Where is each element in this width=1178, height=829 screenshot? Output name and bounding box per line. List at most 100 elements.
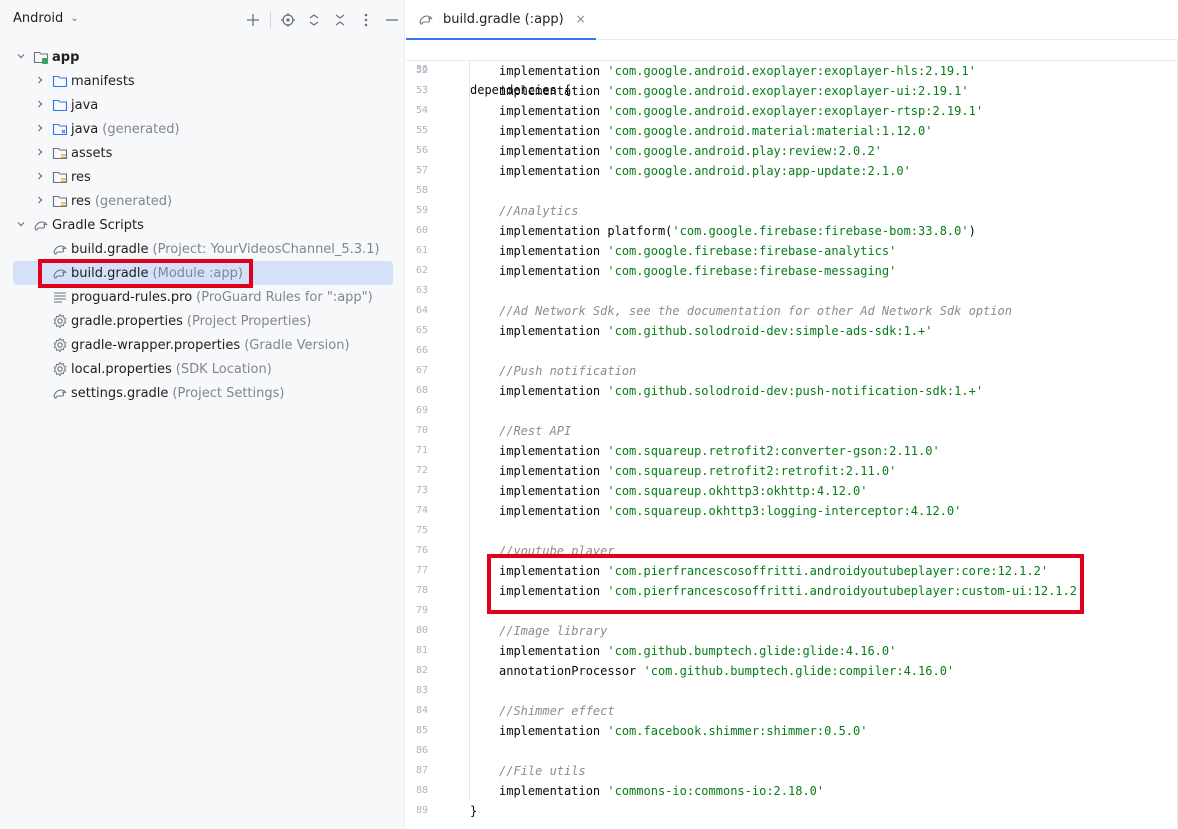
- tree-item[interactable]: java (generated): [0, 117, 405, 141]
- code-line[interactable]: 69: [406, 401, 1178, 421]
- code-line[interactable]: 71 implementation 'com.squareup.retrofit2…: [406, 441, 1178, 461]
- code-line[interactable]: 64 //Ad Network Sdk, see the documentatio…: [406, 301, 1178, 321]
- code-line[interactable]: 52 implementation 'com.google.android.exo…: [406, 61, 1178, 81]
- code-text: implementation 'com.google.android.exopl…: [499, 101, 983, 121]
- code-line[interactable]: 84 //Shimmer effect: [406, 701, 1178, 721]
- chevron-right-icon[interactable]: [33, 171, 47, 184]
- project-tree: app manifests java java (generated) assets res…: [0, 45, 405, 405]
- code-string: 'com.google.android.exoplayer:exoplayer-…: [607, 64, 976, 78]
- chevron-right-icon[interactable]: [33, 147, 47, 160]
- tree-item-label: build.gradle: [71, 241, 149, 257]
- code-line[interactable]: 65 implementation 'com.github.solodroid-d…: [406, 321, 1178, 341]
- code-line[interactable]: 60 implementation platform('com.google.fi…: [406, 221, 1178, 241]
- code-line[interactable]: 83: [406, 681, 1178, 701]
- code-line[interactable]: 61 implementation 'com.google.firebase:fi…: [406, 241, 1178, 261]
- more-icon[interactable]: [353, 9, 379, 31]
- code-line[interactable]: 57 implementation 'com.google.android.pla…: [406, 161, 1178, 181]
- gradle-icon: [418, 11, 434, 27]
- chevron-right-icon[interactable]: [33, 99, 47, 112]
- code-line[interactable]: 73 implementation 'com.squareup.okhttp3:o…: [406, 481, 1178, 501]
- code-string: 'com.google.android.exoplayer:exoplayer-…: [607, 104, 984, 118]
- code-line[interactable]: 89}: [406, 801, 1178, 821]
- code-line[interactable]: 55 implementation 'com.google.android.mat…: [406, 121, 1178, 141]
- code-line[interactable]: 70 //Rest API: [406, 421, 1178, 441]
- tree-item[interactable]: build.gradle (Module :app): [13, 261, 393, 285]
- tree-item[interactable]: settings.gradle (Project Settings): [0, 381, 405, 405]
- code-line[interactable]: 67 //Push notification: [406, 361, 1178, 381]
- line-number: 79: [415, 605, 428, 616]
- chevron-down-icon[interactable]: [14, 51, 28, 64]
- code-keyword: implementation: [499, 264, 608, 278]
- tab-label: build.gradle (:app): [443, 11, 564, 27]
- tree-item[interactable]: build.gradle (Project: YourVideosChannel_…: [0, 237, 405, 261]
- code-string: 'com.github.bumptech.glide:glide:4.16.0': [607, 644, 897, 658]
- collapse-all-icon[interactable]: [327, 9, 353, 31]
- tree-item[interactable]: local.properties (SDK Location): [0, 357, 405, 381]
- line-number: 84: [415, 705, 428, 716]
- code-area[interactable]: 52 implementation 'com.google.android.exo…: [406, 61, 1178, 821]
- line-number: 76: [415, 545, 428, 556]
- code-line[interactable]: 56 implementation 'com.google.android.pla…: [406, 141, 1178, 161]
- tree-item[interactable]: assets: [0, 141, 405, 165]
- code-line[interactable]: 77 implementation 'com.pierfrancescosoffr…: [406, 561, 1178, 581]
- chevron-right-icon[interactable]: [33, 75, 47, 88]
- tree-item[interactable]: Gradle Scripts: [0, 213, 405, 237]
- code-line[interactable]: 54 implementation 'com.google.android.exo…: [406, 101, 1178, 121]
- code-text: //Rest API: [499, 421, 571, 441]
- view-selector-dropdown[interactable]: Android ⌄: [13, 11, 79, 26]
- code-line[interactable]: 58: [406, 181, 1178, 201]
- code-comment: //Analytics: [499, 204, 579, 218]
- code-line[interactable]: 53 implementation 'com.google.android.exo…: [406, 81, 1178, 101]
- expand-all-icon[interactable]: [301, 9, 327, 31]
- code-line[interactable]: 80 //Image library: [406, 621, 1178, 641]
- code-string: 'com.github.solodroid-dev:simple-ads-sdk…: [607, 324, 933, 338]
- code-line[interactable]: 82 annotationProcessor 'com.github.bumpte…: [406, 661, 1178, 681]
- code-text: annotationProcessor 'com.github.bumptech…: [499, 661, 954, 681]
- tree-item[interactable]: java: [0, 93, 405, 117]
- plus-icon[interactable]: [240, 9, 266, 31]
- code-line[interactable]: 59 //Analytics: [406, 201, 1178, 221]
- code-text: implementation 'com.google.firebase:fire…: [499, 261, 896, 281]
- code-line[interactable]: 79: [406, 601, 1178, 621]
- tree-item[interactable]: res: [0, 165, 405, 189]
- code-line[interactable]: 75: [406, 521, 1178, 541]
- tree-item[interactable]: app: [0, 45, 405, 69]
- code-line[interactable]: 63: [406, 281, 1178, 301]
- minimize-icon[interactable]: [379, 9, 405, 31]
- line-number: 69: [415, 405, 428, 416]
- editor-tab-build-gradle-app[interactable]: build.gradle (:app) ×: [406, 0, 596, 40]
- sticky-scope-line: 36 dependencies {: [406, 40, 1178, 97]
- code-line[interactable]: 72 implementation 'com.squareup.retrofit2…: [406, 461, 1178, 481]
- chevron-right-icon[interactable]: [33, 195, 47, 208]
- code-line[interactable]: 76 //youtube player: [406, 541, 1178, 561]
- line-number: 74: [415, 505, 428, 516]
- code-line[interactable]: 36 dependencies {: [406, 40, 1178, 97]
- code-line[interactable]: 62 implementation 'com.google.firebase:fi…: [406, 261, 1178, 281]
- code-line[interactable]: 81 implementation 'com.github.bumptech.gl…: [406, 641, 1178, 661]
- tree-item-hint: (SDK Location): [175, 361, 272, 377]
- code-text: //Shimmer effect: [499, 701, 615, 721]
- tree-item[interactable]: proguard-rules.pro (ProGuard Rules for ":…: [0, 285, 405, 309]
- code-line[interactable]: 86: [406, 741, 1178, 761]
- toolbar-separator: [270, 12, 271, 28]
- chevron-down-icon[interactable]: [14, 219, 28, 232]
- code-comment: //Image library: [499, 624, 608, 638]
- tree-item[interactable]: gradle.properties (Project Properties): [0, 309, 405, 333]
- tree-item[interactable]: manifests: [0, 69, 405, 93]
- code-line[interactable]: 74 implementation 'com.squareup.okhttp3:l…: [406, 501, 1178, 521]
- close-icon[interactable]: ×: [576, 12, 586, 26]
- code-line[interactable]: 87 //File utils: [406, 761, 1178, 781]
- code-text: implementation platform('com.google.fire…: [499, 221, 976, 241]
- code-line[interactable]: 88 implementation 'commons-io:commons-io:…: [406, 781, 1178, 801]
- code-line[interactable]: 68 implementation 'com.github.solodroid-d…: [406, 381, 1178, 401]
- code-line[interactable]: 66: [406, 341, 1178, 361]
- tree-item-hint: (Project Settings): [172, 385, 285, 401]
- text-file-icon: [52, 289, 68, 305]
- project-panel-header: Android ⌄: [0, 0, 405, 40]
- code-line[interactable]: 85 implementation 'com.facebook.shimmer:s…: [406, 721, 1178, 741]
- chevron-right-icon[interactable]: [33, 123, 47, 136]
- locate-icon[interactable]: [275, 9, 301, 31]
- tree-item[interactable]: res (generated): [0, 189, 405, 213]
- code-line[interactable]: 78 implementation 'com.pierfrancescosoffr…: [406, 581, 1178, 601]
- tree-item[interactable]: gradle-wrapper.properties (Gradle Version…: [0, 333, 405, 357]
